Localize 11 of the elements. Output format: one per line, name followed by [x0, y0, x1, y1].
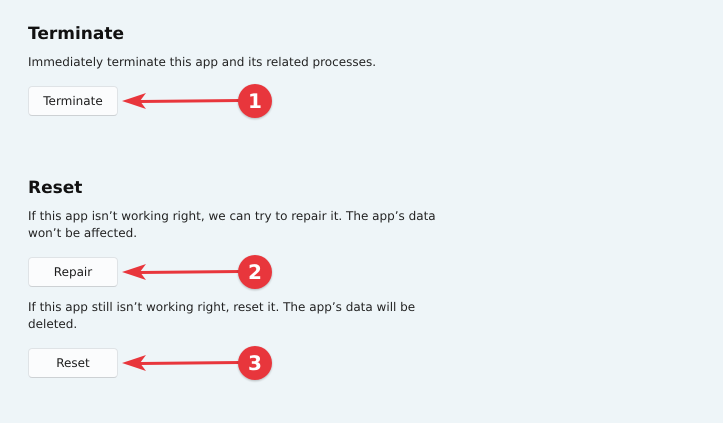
callout-badge: 1 [238, 84, 272, 118]
callout-badge: 3 [238, 346, 272, 380]
callout-badge: 2 [238, 255, 272, 289]
section-title: Reset [28, 178, 84, 198]
description-text: Immediately terminate this app and its related processes. [28, 54, 378, 71]
action-button[interactable]: Reset [28, 348, 118, 378]
action-button[interactable]: Terminate [28, 86, 118, 116]
description-text: If this app still isn’t working right, reset it. The app’s data will be deleted. [28, 299, 416, 333]
action-button[interactable]: Repair [28, 257, 118, 287]
section-title: Terminate [28, 24, 126, 44]
description-text: If this app isn’t working right, we can try to repair it. The app’s data won’t be affected. [28, 208, 437, 242]
